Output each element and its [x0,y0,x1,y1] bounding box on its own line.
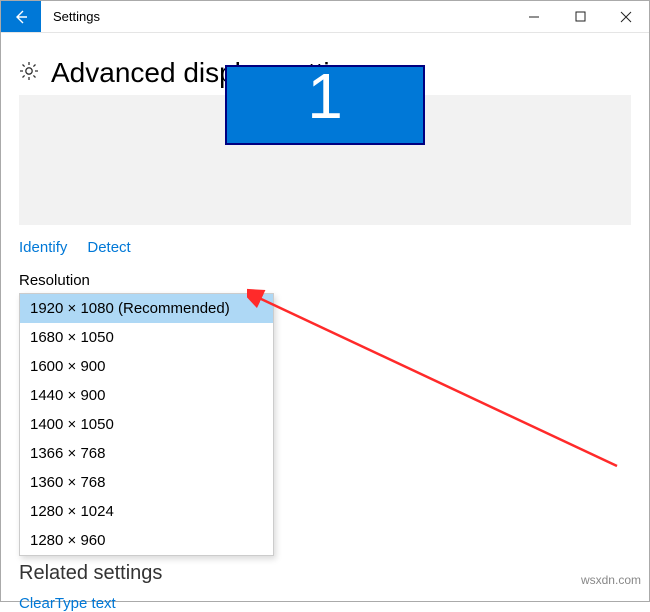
resolution-option[interactable]: 1680 × 1050 [20,323,273,352]
resolution-label: Resolution [19,272,631,289]
arrow-left-icon [13,9,29,25]
resolution-option[interactable]: 1440 × 900 [20,381,273,410]
minimize-icon [528,11,540,23]
monitor-number: 1 [307,64,343,128]
resolution-option[interactable]: 1280 × 960 [20,526,273,555]
resolution-dropdown[interactable]: 1920 × 1080 (Recommended)1680 × 10501600… [19,293,274,556]
watermark: wsxdn.com [581,573,641,587]
identify-link[interactable]: Identify [19,239,67,256]
window-controls [511,1,649,32]
content-area: Advanced display settings 1 Identify Det… [1,33,649,612]
resolution-option[interactable]: 1280 × 1024 [20,497,273,526]
maximize-button[interactable] [557,1,603,32]
display-preview: 1 [19,95,631,225]
detect-link[interactable]: Detect [87,239,130,256]
display-actions: Identify Detect [19,225,631,272]
resolution-option[interactable]: 1360 × 768 [20,468,273,497]
gear-icon [19,61,39,85]
resolution-dropdown-list: 1920 × 1080 (Recommended)1680 × 10501600… [19,293,274,556]
minimize-button[interactable] [511,1,557,32]
window-title: Settings [41,1,511,32]
resolution-option[interactable]: 1366 × 768 [20,439,273,468]
related-settings-heading: Related settings [19,562,631,585]
close-button[interactable] [603,1,649,32]
close-icon [620,11,632,23]
resolution-option[interactable]: 1400 × 1050 [20,410,273,439]
resolution-option[interactable]: 1600 × 900 [20,352,273,381]
monitor-thumbnail[interactable]: 1 [225,65,425,145]
cleartype-link[interactable]: ClearType text [19,595,631,612]
maximize-icon [575,11,586,22]
title-bar: Settings [1,1,649,33]
resolution-option[interactable]: 1920 × 1080 (Recommended) [20,294,273,323]
back-button[interactable] [1,1,41,32]
